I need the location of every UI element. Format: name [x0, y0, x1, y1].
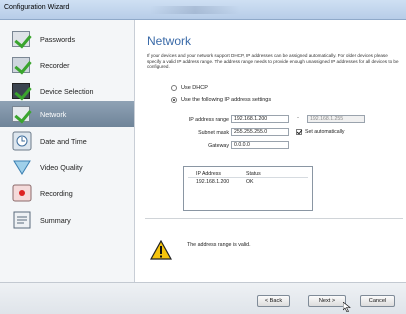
next-button[interactable]: Next > — [308, 295, 346, 307]
sidebar-item-recorder[interactable]: Recorder — [0, 52, 134, 78]
cancel-button[interactable]: Cancel — [360, 295, 395, 307]
mouse-cursor-icon — [343, 302, 351, 312]
camera-check-icon — [12, 81, 34, 101]
back-button[interactable]: < Back — [257, 295, 290, 307]
ip-cell: 192.168.1.200 — [196, 179, 230, 185]
sidebar-item-label: Recorder — [40, 60, 70, 70]
sidebar: Passwords Recorder Device Selection Netw… — [0, 20, 135, 282]
window-title: Configuration Wizard — [4, 4, 70, 11]
set-automatically-label: Set automatically — [305, 129, 345, 135]
recording-icon — [12, 183, 34, 203]
ip-range-start-input[interactable]: 192.168.1.200 — [231, 115, 289, 123]
document-check-icon — [12, 29, 34, 49]
title-bar-decoration — [150, 6, 240, 14]
sidebar-item-label: Date and Time — [40, 136, 87, 146]
title-bar: Configuration Wizard — [0, 0, 406, 20]
gateway-input[interactable]: 0.0.0.0 — [231, 141, 289, 149]
subnet-mask-input[interactable]: 255.255.255.0 — [231, 128, 289, 136]
sidebar-item-label: Network — [40, 109, 67, 119]
sidebar-item-video-quality[interactable]: Video Quality — [0, 154, 134, 180]
sidebar-item-label: Passwords — [40, 34, 76, 44]
clock-icon — [12, 131, 34, 151]
sidebar-item-date-time[interactable]: Date and Time — [0, 128, 134, 154]
use-dhcp-label: Use DHCP — [181, 85, 208, 91]
sidebar-item-label: Device Selection — [40, 86, 94, 96]
ip-status-table: IP Address Status 192.168.1.200 OK — [183, 166, 313, 211]
description-text: If your devices and your network support… — [147, 53, 399, 70]
subnet-mask-label: Subnet mask — [198, 130, 229, 136]
sidebar-item-network[interactable]: Network — [0, 101, 134, 127]
sidebar-item-label: Summary — [40, 215, 71, 225]
ip-range-label: IP address range — [188, 117, 229, 123]
sidebar-item-label: Recording — [40, 188, 73, 198]
ip-range-end-input[interactable]: 192.168.1.255 — [307, 115, 365, 123]
page-title: Network — [147, 34, 192, 48]
radio-button[interactable] — [171, 97, 177, 103]
gateway-label: Gateway — [208, 143, 229, 149]
radio-button[interactable] — [171, 85, 177, 91]
divider — [145, 218, 403, 219]
sidebar-item-passwords[interactable]: Passwords — [0, 26, 134, 52]
use-dhcp-radio[interactable]: Use DHCP — [171, 85, 208, 91]
warning-icon — [150, 240, 172, 260]
range-dash: - — [297, 115, 299, 121]
use-following-ip-radio[interactable]: Use the following IP address settings — [171, 97, 271, 103]
header-divider — [188, 177, 308, 178]
status-cell: OK — [246, 179, 254, 185]
sidebar-item-label: Video Quality — [40, 162, 83, 172]
use-following-ip-label: Use the following IP address settings — [181, 97, 272, 103]
validation-message: The address range is valid. — [187, 242, 251, 248]
video-quality-icon — [12, 157, 34, 177]
recorder-check-icon — [12, 55, 34, 75]
set-automatically-checkbox[interactable]: Set automatically — [296, 129, 345, 135]
network-check-icon — [12, 104, 34, 124]
sidebar-item-recording[interactable]: Recording — [0, 180, 134, 206]
summary-icon — [12, 210, 34, 230]
checkbox[interactable] — [296, 129, 302, 135]
main-content: Network If your devices and your network… — [135, 20, 406, 282]
sidebar-item-summary[interactable]: Summary — [0, 207, 134, 233]
